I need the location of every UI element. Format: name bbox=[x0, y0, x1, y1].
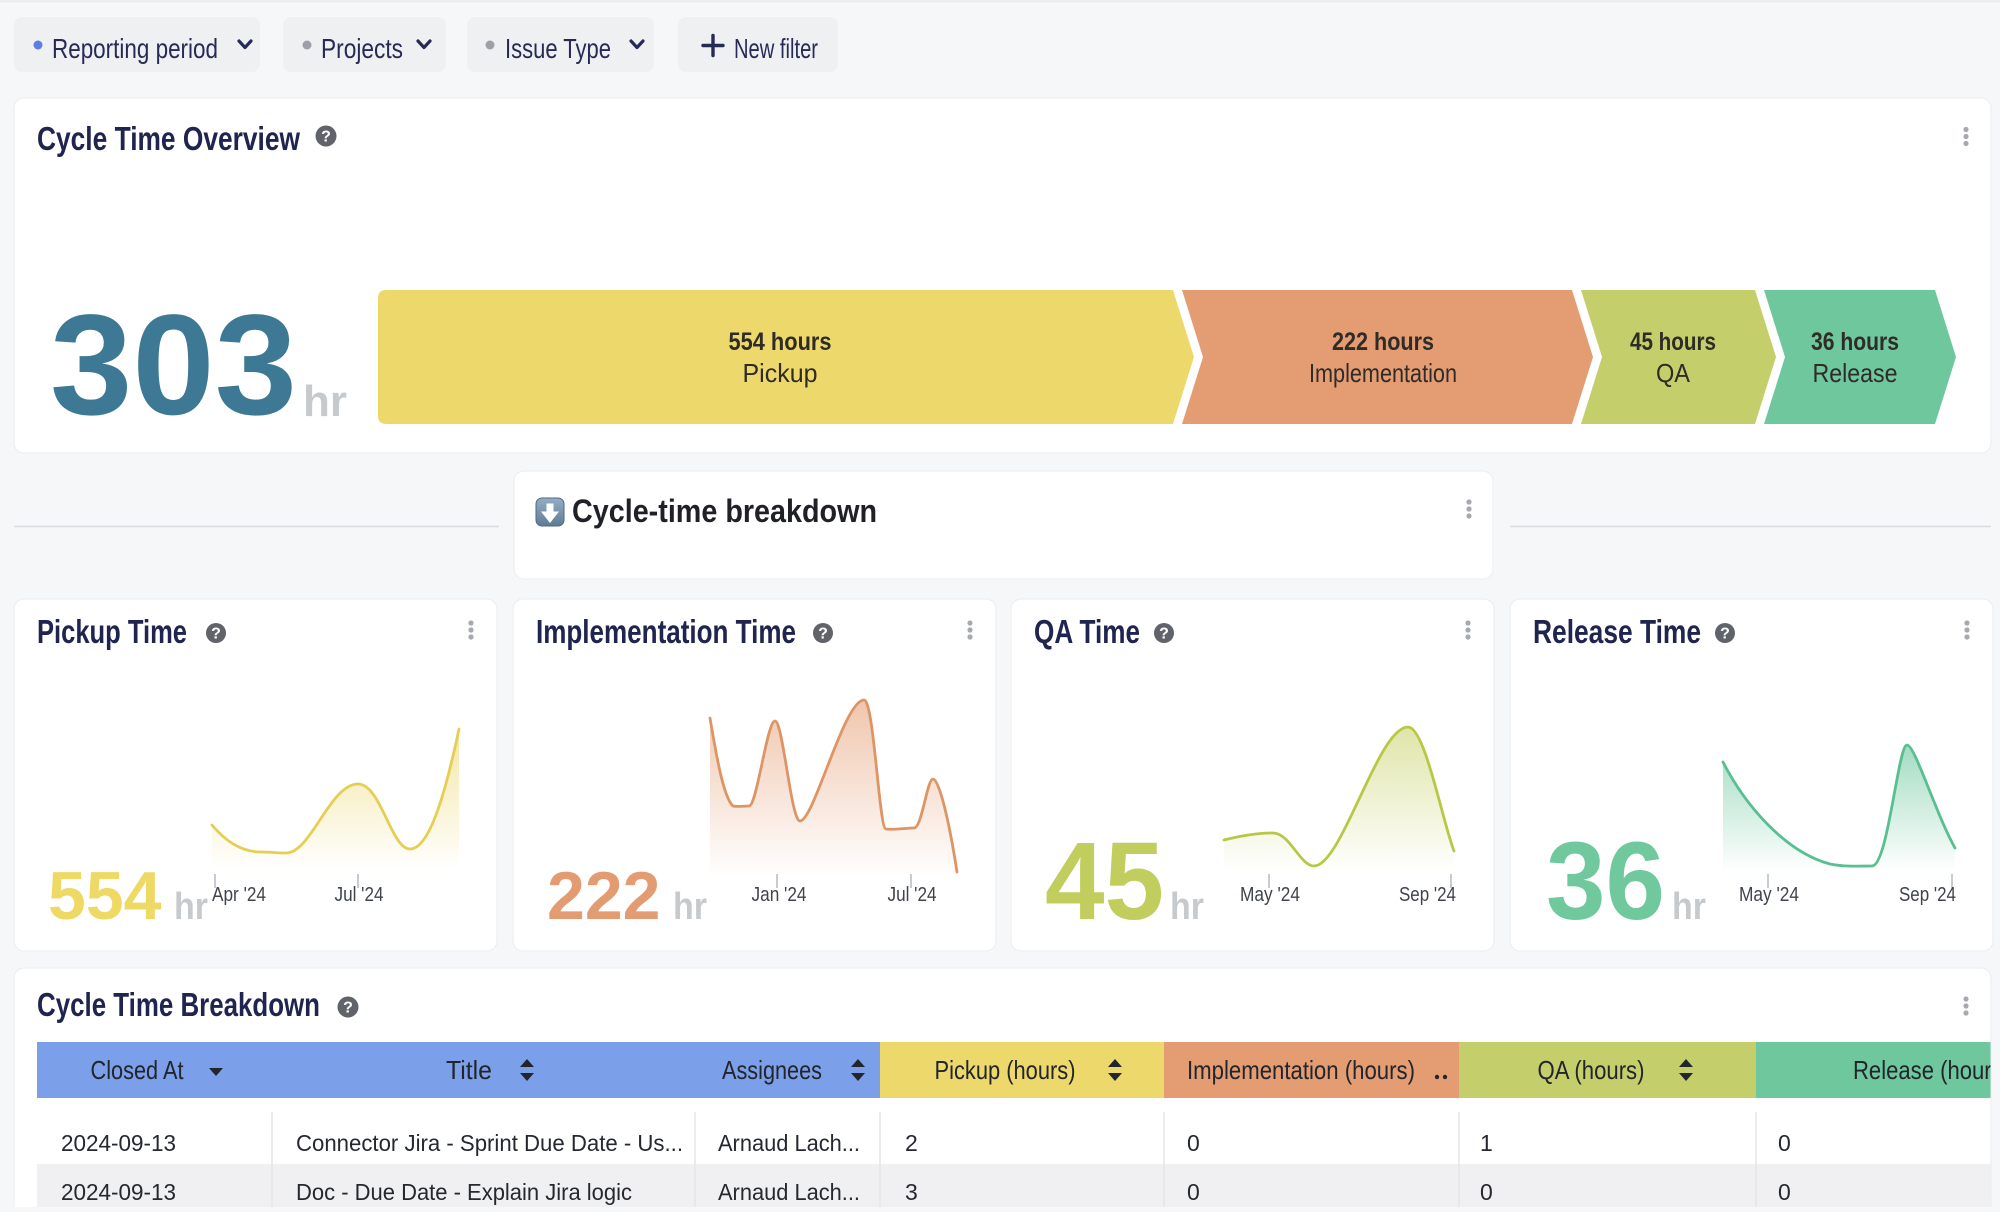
svg-text:36 hours: 36 hours bbox=[1811, 328, 1899, 356]
svg-text:Doc - Due Date - Explain Jira: Doc - Due Date - Explain Jira logic bbox=[296, 1179, 632, 1205]
svg-text:May '24: May '24 bbox=[1739, 884, 1799, 906]
svg-text:Release: Release bbox=[1813, 358, 1898, 388]
svg-text:2024-09-13: 2024-09-13 bbox=[61, 1179, 176, 1205]
svg-text:?: ? bbox=[1159, 626, 1169, 643]
svg-text:Sep '24: Sep '24 bbox=[1399, 884, 1456, 906]
svg-text:QA: QA bbox=[1656, 358, 1691, 388]
svg-text:QA (hours): QA (hours) bbox=[1538, 1055, 1645, 1085]
svg-text:0: 0 bbox=[1778, 1130, 1791, 1156]
svg-text:Apr '24: Apr '24 bbox=[212, 884, 266, 906]
svg-text:Arnaud Lach...: Arnaud Lach... bbox=[718, 1130, 860, 1156]
svg-text:Release (hours): Release (hours) bbox=[1853, 1055, 2000, 1085]
svg-text:Jan '24: Jan '24 bbox=[752, 884, 807, 906]
svg-text:Implementation: Implementation bbox=[1309, 358, 1457, 388]
svg-text:45: 45 bbox=[1045, 820, 1164, 943]
svg-text:303: 303 bbox=[50, 286, 297, 445]
svg-text:hr: hr bbox=[303, 377, 347, 426]
svg-text:Release Time: Release Time bbox=[1533, 613, 1701, 650]
svg-text:0: 0 bbox=[1480, 1179, 1493, 1205]
svg-text:Implementation (hours): Implementation (hours) bbox=[1187, 1055, 1415, 1085]
svg-text:?: ? bbox=[211, 626, 221, 643]
svg-text:554 hours: 554 hours bbox=[729, 328, 832, 356]
svg-text:New filter: New filter bbox=[734, 33, 818, 64]
svg-text:2024-09-13: 2024-09-13 bbox=[61, 1130, 176, 1156]
svg-text:0: 0 bbox=[1187, 1130, 1200, 1156]
svg-text:Cycle Time Overview: Cycle Time Overview bbox=[37, 120, 300, 157]
svg-text:Arnaud Lach...: Arnaud Lach... bbox=[718, 1179, 860, 1205]
svg-text:Cycle Time Breakdown: Cycle Time Breakdown bbox=[37, 986, 320, 1023]
svg-text:Jul '24: Jul '24 bbox=[335, 884, 384, 906]
svg-text:Jul '24: Jul '24 bbox=[888, 884, 937, 906]
svg-text:Assignees: Assignees bbox=[722, 1055, 822, 1085]
svg-text:Projects: Projects bbox=[321, 33, 403, 64]
svg-text:QA Time: QA Time bbox=[1034, 613, 1140, 650]
svg-text:Pickup (hours): Pickup (hours) bbox=[935, 1055, 1076, 1085]
svg-text:Pickup Time: Pickup Time bbox=[37, 613, 187, 650]
svg-text:2: 2 bbox=[905, 1130, 918, 1156]
svg-text:1: 1 bbox=[1480, 1130, 1493, 1156]
svg-text:hr: hr bbox=[1170, 886, 1204, 928]
svg-text:Cycle-time breakdown: Cycle-time breakdown bbox=[572, 493, 877, 529]
svg-text:?: ? bbox=[343, 1000, 353, 1017]
svg-text:hr: hr bbox=[673, 886, 707, 928]
svg-text:Implementation Time: Implementation Time bbox=[536, 613, 796, 650]
svg-text:0: 0 bbox=[1187, 1179, 1200, 1205]
svg-text:Reporting period: Reporting period bbox=[52, 33, 218, 64]
svg-text:hr: hr bbox=[1672, 886, 1706, 928]
svg-text:?: ? bbox=[818, 626, 828, 643]
svg-text:hr: hr bbox=[174, 886, 208, 928]
svg-text:45 hours: 45 hours bbox=[1630, 328, 1716, 356]
svg-text:3: 3 bbox=[905, 1179, 918, 1205]
svg-text:222 hours: 222 hours bbox=[1332, 328, 1434, 356]
svg-text:Pickup: Pickup bbox=[743, 358, 818, 388]
svg-text:Sep '24: Sep '24 bbox=[1899, 884, 1956, 906]
svg-text:554: 554 bbox=[48, 858, 162, 934]
svg-text:36: 36 bbox=[1546, 820, 1665, 943]
svg-text:Connector Jira - Sprint Due Da: Connector Jira - Sprint Due Date - Us... bbox=[296, 1130, 683, 1156]
svg-text:May '24: May '24 bbox=[1240, 884, 1300, 906]
svg-text:0: 0 bbox=[1778, 1179, 1791, 1205]
svg-text:?: ? bbox=[321, 129, 331, 146]
svg-text:Closed At: Closed At bbox=[91, 1055, 185, 1085]
svg-text:?: ? bbox=[1720, 626, 1730, 643]
svg-text:Issue Type: Issue Type bbox=[505, 33, 611, 64]
svg-text:222: 222 bbox=[547, 858, 660, 934]
svg-text:Title: Title bbox=[446, 1055, 492, 1085]
